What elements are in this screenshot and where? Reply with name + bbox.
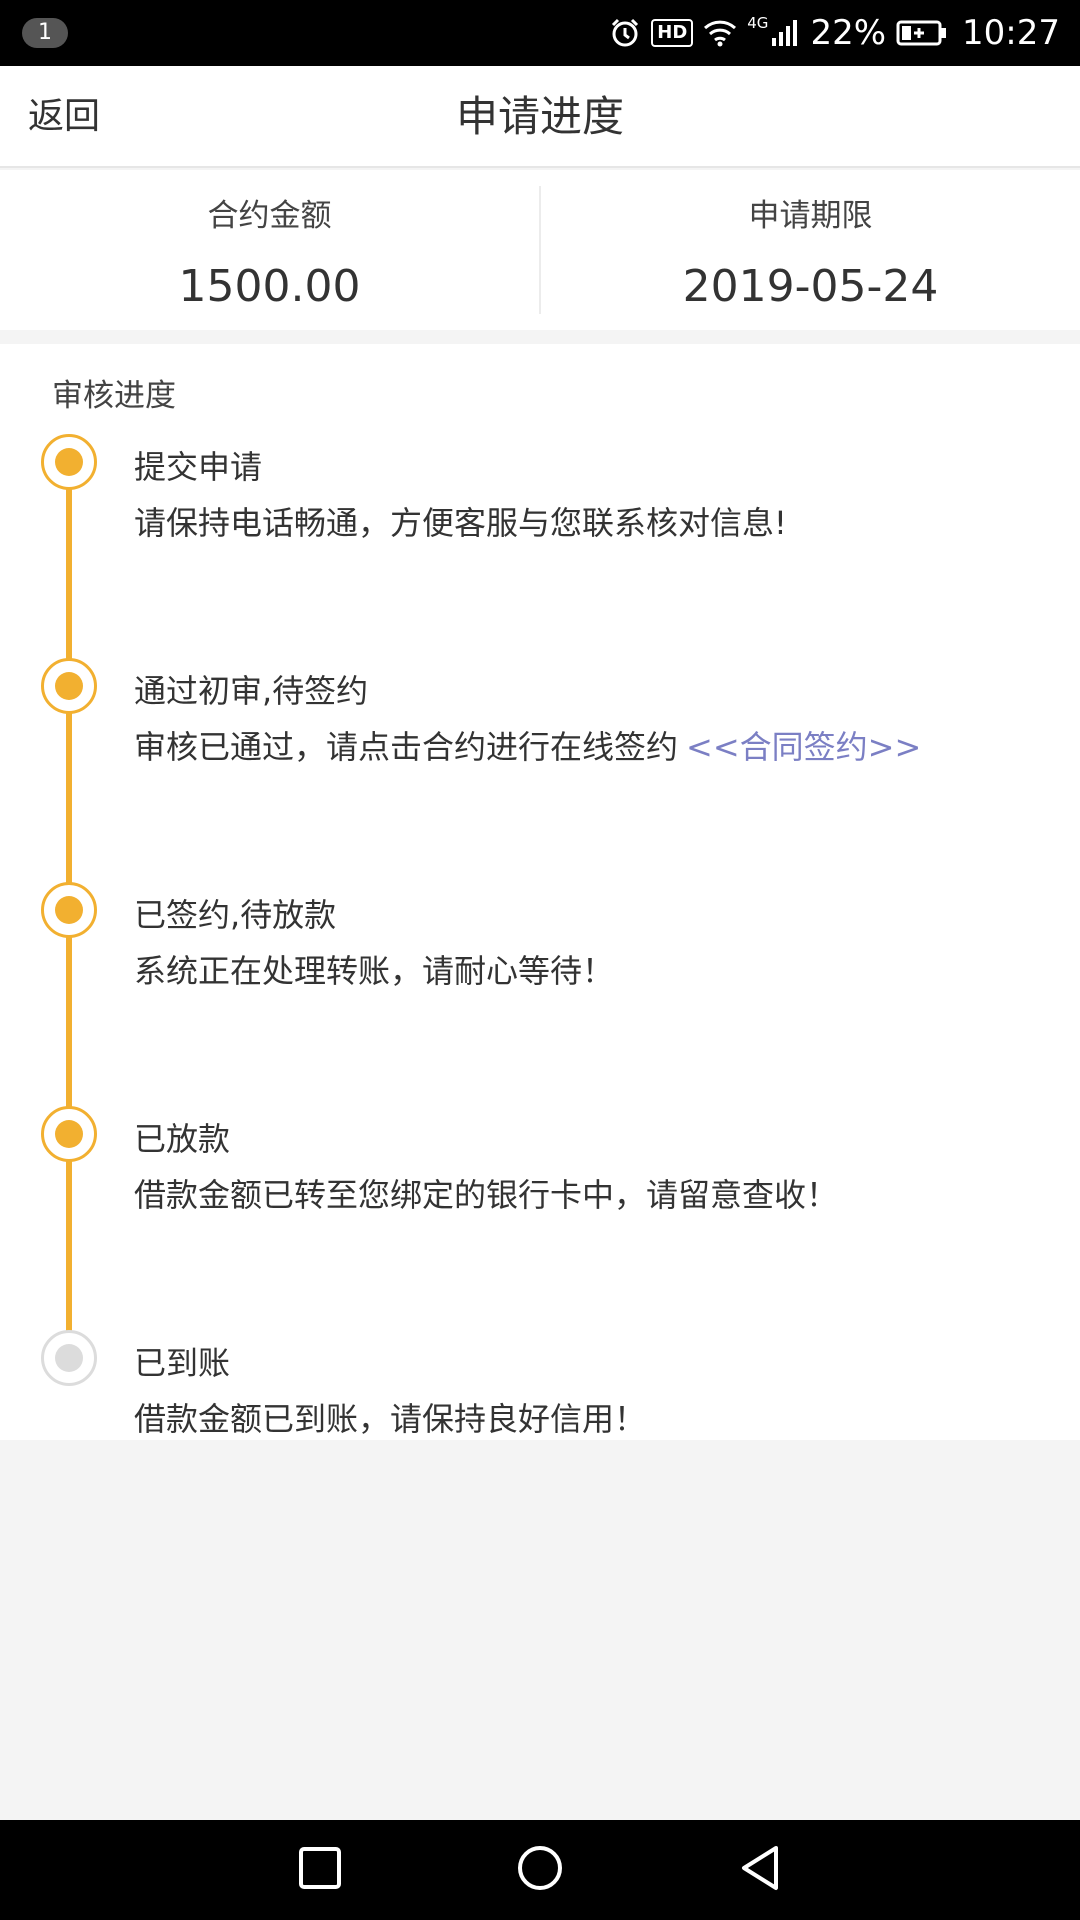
step-title: 已放款 [134,1120,231,1158]
wifi-icon [703,19,737,47]
step-desc: 系统正在处理转账，请耐心等待！ [134,952,615,990]
step-done-icon [41,658,97,714]
step-title: 通过初审,待签约 [134,672,369,710]
step-desc-text: 审核已通过，请点击合约进行在线签约 [134,728,679,766]
contract-sign-link[interactable]: <<合同签约>> [686,728,921,766]
recents-square-icon[interactable] [298,1846,342,1894]
hd-icon: HD [651,19,694,47]
home-circle-icon[interactable] [516,1844,564,1896]
nav-header: 返回 申请进度 [0,66,1080,168]
status-icons: HD 4G 22% 10:27 [609,0,1060,66]
signal-icon [770,18,800,48]
timeline-step-2: 通过初审,待签约 审核已通过，请点击合约进行在线签约 <<合同签约>> [0,658,1080,798]
step-pending-icon [41,1330,97,1386]
step-title: 已到账 [134,1344,231,1382]
term-block: 申请期限 2019-05-24 [539,186,1080,314]
step-done-icon [41,434,97,490]
review-progress: 审核进度 提交申请 请保持电话畅通，方便客服与您联系核对信息! 通过初审,待签约… [0,344,1080,1440]
step-title: 提交申请 [134,448,263,486]
step-desc: 审核已通过，请点击合约进行在线签约 <<合同签约>> [134,722,921,768]
status-bar: 1 HD 4G 22% 10:27 [0,0,1080,66]
system-nav-bar [0,1820,1080,1920]
step-title: 已签约,待放款 [134,896,337,934]
notification-count-badge: 1 [22,18,68,48]
step-desc: 借款金额已到账，请保持良好信用！ [134,1400,647,1438]
amount-label: 合约金额 [207,198,332,234]
timeline-step-3: 已签约,待放款 系统正在处理转账，请耐心等待！ [0,882,1080,1022]
term-value: 2019-05-24 [682,261,939,312]
step-desc: 借款金额已转至您绑定的银行卡中，请留意查收！ [134,1176,839,1214]
step-done-icon [41,882,97,938]
section-title: 审核进度 [52,378,176,414]
amount-block: 合约金额 1500.00 [0,170,539,330]
network-type-label: 4G [747,14,769,32]
contract-summary: 合约金额 1500.00 申请期限 2019-05-24 [0,170,1080,330]
battery-icon [896,19,948,47]
timeline-step-4: 已放款 借款金额已转至您绑定的银行卡中，请留意查收！ [0,1106,1080,1246]
clock: 10:27 [962,13,1060,53]
term-label: 申请期限 [748,198,873,234]
back-triangle-icon[interactable] [738,1844,782,1896]
amount-value: 1500.00 [178,261,361,312]
step-desc: 请保持电话畅通，方便客服与您联系核对信息! [134,504,787,542]
step-done-icon [41,1106,97,1162]
battery-percent: 22% [810,13,887,53]
timeline-step-5: 已到账 借款金额已到账，请保持良好信用！ [0,1330,1080,1470]
alarm-icon [609,17,641,49]
timeline-step-1: 提交申请 请保持电话畅通，方便客服与您联系核对信息! [0,434,1080,574]
page-title: 申请进度 [455,92,624,141]
